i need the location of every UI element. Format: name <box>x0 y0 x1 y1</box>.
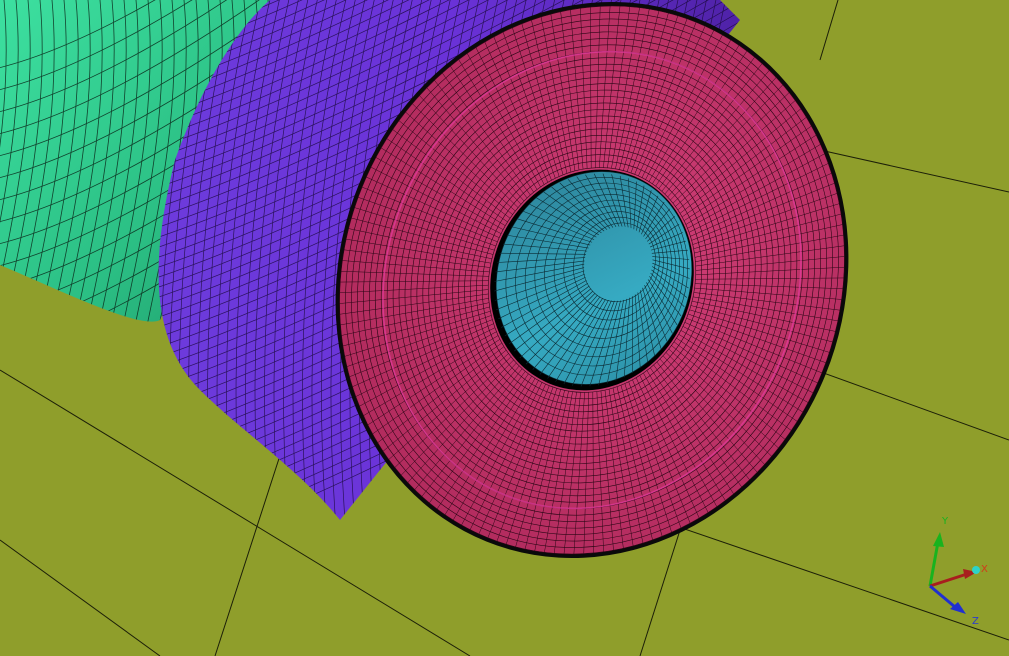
grid-line <box>819 149 1009 193</box>
y-arrowhead <box>933 532 944 547</box>
y-axis-label: Y <box>941 516 949 527</box>
grid-line <box>214 439 286 656</box>
axis-triad: Y X Z <box>928 516 988 627</box>
grid-line <box>819 0 839 61</box>
x-axis-label: X <box>981 564 988 575</box>
x-axis-marker <box>972 566 980 574</box>
grid-line <box>0 539 161 656</box>
z-axis-label: Z <box>972 616 979 627</box>
y-axis-arrow <box>928 541 940 587</box>
mesh-scene[interactable] <box>0 0 1009 656</box>
x-axis-arrow <box>929 572 968 588</box>
z-axis-arrow <box>929 584 956 609</box>
graphics-viewport[interactable]: Y X Z <box>0 0 1009 656</box>
